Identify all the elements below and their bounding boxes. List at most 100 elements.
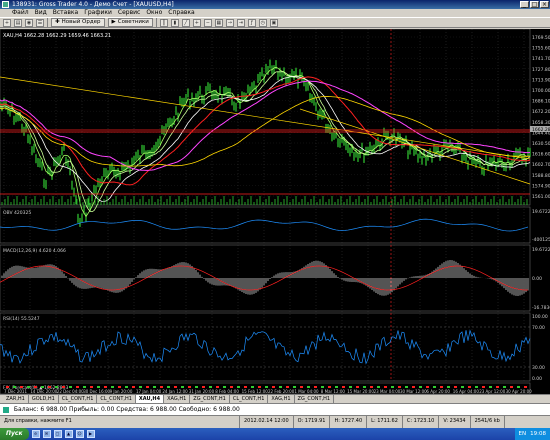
chart-tabs: ZAR,H1 GOLD,H1 CL_CONT,H1 CL_CONT,H1 XAU,H4 X…	[0, 394, 550, 403]
templates-icon[interactable]: ▣	[269, 18, 278, 27]
periods-icon[interactable]: ◷	[258, 18, 267, 27]
price-tick-label: 1602.70	[532, 162, 550, 168]
browser-icon[interactable]: e	[31, 430, 40, 438]
chart-shift-icon[interactable]: ⇥	[236, 18, 245, 27]
signal-mark	[286, 386, 289, 388]
bar-chart-icon[interactable]: ┃	[159, 18, 168, 27]
signal-mark	[174, 386, 177, 388]
signal-mark	[293, 386, 296, 388]
toolbar-separator	[47, 18, 48, 27]
start-button[interactable]: Пуск	[0, 428, 29, 440]
macd-tick-label: -16.7836	[532, 305, 550, 311]
signal-mark	[454, 386, 457, 388]
experts-button[interactable]: ▶ Советники	[107, 18, 153, 27]
signal-mark	[391, 386, 394, 388]
chart-tab[interactable]: CL_CONT,H1	[230, 395, 269, 403]
chart-tab[interactable]: CL_CONT,H1	[59, 395, 98, 403]
chart-tab[interactable]: XAG,H1	[164, 395, 191, 403]
chat-icon[interactable]: ☺	[75, 430, 84, 438]
signal-mark	[83, 386, 86, 388]
macd-label: MACD(12,26,9) 4.620 4.066	[3, 248, 66, 254]
status-close: C: 1723.10	[403, 416, 440, 428]
signal-mark	[398, 386, 401, 388]
menu-insert[interactable]: Вставка	[53, 9, 78, 17]
zoom-in-icon[interactable]: +	[192, 18, 201, 27]
signal-mark	[405, 386, 408, 388]
price-chart[interactable]: 1769.50 1755.60 1741.70 1727.80 1713.90 1700.…	[0, 29, 550, 394]
navigator-icon[interactable]: ☰	[36, 18, 44, 27]
mail-icon[interactable]: ✉	[42, 430, 51, 438]
folder-icon[interactable]: ▢	[53, 430, 62, 438]
signal-mark	[125, 386, 128, 388]
signal-mark	[160, 386, 163, 388]
trader-icon[interactable]: ▲	[64, 430, 73, 438]
new-order-button[interactable]: ✚ Новый Ордер	[51, 18, 105, 27]
chart-tab[interactable]: ZG_CONT,H1	[190, 395, 230, 403]
signal-mark	[496, 386, 499, 388]
signal-mark	[132, 386, 135, 388]
status-traffic: 2541/6 kb	[471, 416, 505, 428]
line-chart-icon[interactable]: ╱	[181, 18, 190, 27]
chart-window[interactable]: 1769.50 1755.60 1741.70 1727.80 1713.90 1700.…	[0, 29, 550, 394]
price-tick-label: 1574.90	[532, 183, 550, 189]
signal-mark	[370, 386, 373, 388]
status-low: L: 1711.62	[367, 416, 403, 428]
signal-mark	[209, 386, 212, 388]
indicators-icon[interactable]: ƒ	[247, 18, 256, 27]
new-chart-icon[interactable]: +	[3, 18, 11, 27]
signal-mark	[321, 386, 324, 388]
signal-mark	[433, 386, 436, 388]
menu-window[interactable]: Окно	[146, 9, 162, 17]
pane-frame	[0, 244, 531, 312]
menu-tools[interactable]: Сервис	[118, 9, 140, 17]
price-tick-label: 1588.80	[532, 173, 550, 179]
menu-view[interactable]: Вид	[35, 9, 47, 17]
autoscroll-icon[interactable]: →	[225, 18, 234, 27]
price-tick-label: 1672.20	[532, 109, 550, 115]
trendline	[0, 76, 531, 160]
tile-windows-icon[interactable]: ▦	[214, 18, 223, 27]
profiles-icon[interactable]: ▤	[14, 18, 22, 27]
chart-tab[interactable]: GOLD,H1	[29, 395, 59, 403]
obv-tick-label: 19.6722	[532, 209, 550, 215]
price-tick-label: 1700.00	[532, 88, 550, 94]
chart-tab[interactable]: CL_CONT,H1	[97, 395, 136, 403]
new-order-icon: ✚	[55, 19, 60, 25]
market-watch-icon[interactable]: ◉	[25, 18, 33, 27]
pane-frame	[0, 312, 531, 382]
status-volume: V: 23434	[439, 416, 471, 428]
media-icon[interactable]: ▶	[86, 430, 95, 438]
signal-mark	[13, 386, 16, 388]
language-indicator[interactable]: EN	[519, 428, 527, 440]
signal-mark	[468, 386, 471, 388]
signal-mark	[328, 386, 331, 388]
signal-mark	[461, 386, 464, 388]
signal-mark	[139, 386, 142, 388]
price-tick-label: 1769.50	[532, 35, 550, 41]
window-titlebar: 138931: Gross Trader 4.0 - Демо Счет - […	[0, 0, 550, 9]
chart-tab[interactable]: XAU,H4	[135, 395, 165, 403]
chart-tab[interactable]: XAG,H1	[268, 395, 295, 403]
signal-mark	[377, 386, 380, 388]
maximize-button[interactable]: □	[530, 1, 539, 8]
chart-tab[interactable]: ZAR,H1	[3, 395, 29, 403]
menu-charts[interactable]: Графики	[84, 9, 112, 17]
menu-file[interactable]: Файл	[12, 9, 29, 17]
experts-icon: ▶	[111, 19, 116, 25]
status-open: O: 1719.91	[294, 416, 331, 428]
signal-mark	[426, 386, 429, 388]
minimize-button[interactable]: _	[520, 1, 529, 8]
signal-mark	[48, 386, 51, 388]
close-button[interactable]: ×	[540, 1, 549, 8]
candle-chart-icon[interactable]: ▮	[170, 18, 179, 27]
signal-mark	[524, 386, 527, 388]
status-bar: Для справки, нажмите F1 2012.02.14 12:00…	[0, 416, 550, 428]
chart-tab[interactable]: ZG_CONT,H1	[295, 395, 335, 403]
menu-help[interactable]: Справка	[168, 9, 194, 17]
signal-mark	[167, 386, 170, 388]
zoom-out-icon[interactable]: −	[203, 18, 212, 27]
price-tick-label: 1616.60	[532, 152, 550, 158]
signal-mark	[34, 386, 37, 388]
rsi-tick-label: 70.00	[532, 325, 545, 331]
signal-mark	[356, 386, 359, 388]
